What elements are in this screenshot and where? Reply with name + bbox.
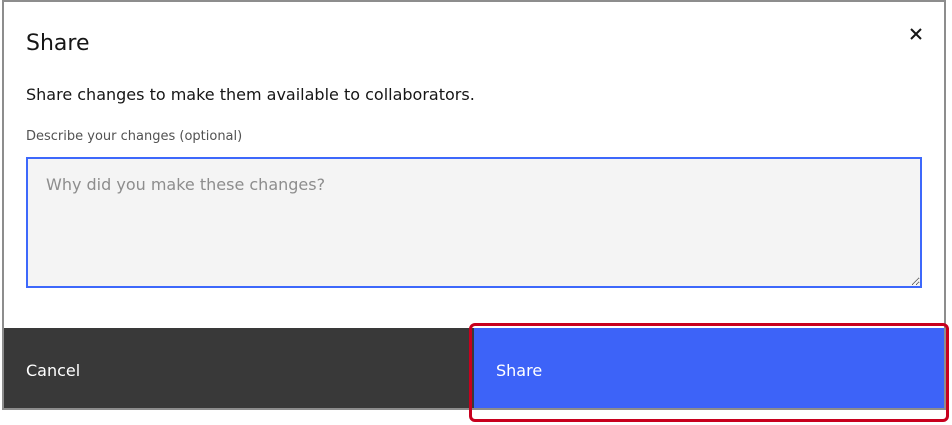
changes-description-input[interactable] bbox=[26, 157, 922, 288]
close-icon bbox=[910, 28, 922, 40]
dialog-footer: Cancel Share bbox=[4, 328, 944, 408]
dialog-title: Share bbox=[26, 31, 90, 56]
changes-field-label: Describe your changes (optional) bbox=[26, 129, 243, 144]
dialog-description: Share changes to make them available to … bbox=[26, 85, 475, 104]
share-dialog: Share Share changes to make them availab… bbox=[2, 0, 946, 410]
share-button[interactable]: Share bbox=[474, 328, 944, 408]
cancel-button[interactable]: Cancel bbox=[4, 328, 474, 408]
close-button[interactable] bbox=[902, 20, 930, 48]
